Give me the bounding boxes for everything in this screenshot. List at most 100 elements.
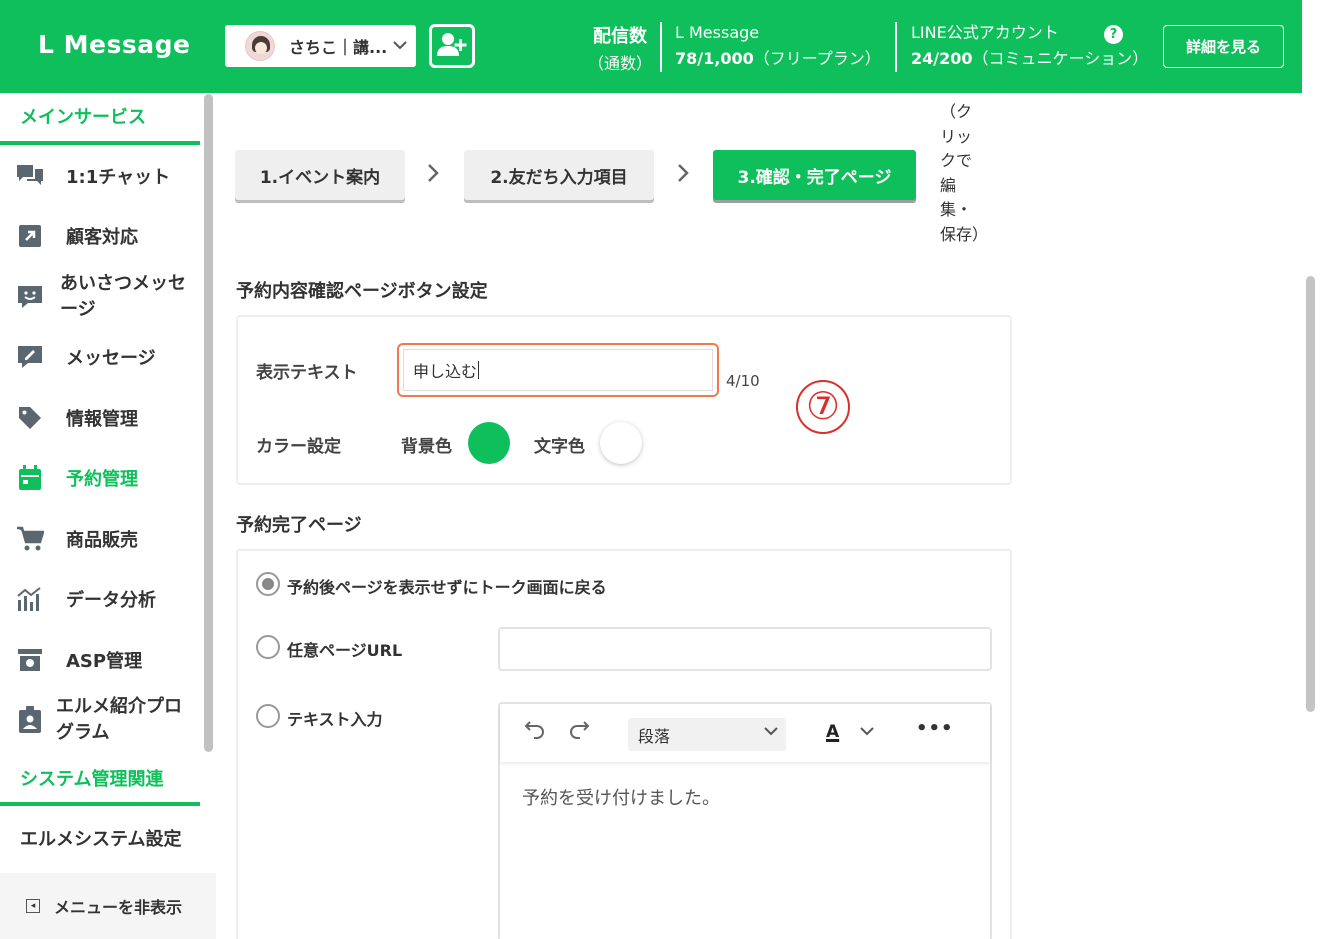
color-setting-label: カラー設定: [256, 437, 341, 457]
add-friend-button[interactable]: [429, 24, 475, 68]
sidebar-item-asp[interactable]: ASP管理: [0, 645, 200, 675]
app-logo[interactable]: L Message: [38, 30, 190, 59]
cart-icon: [16, 525, 44, 553]
radio-return-to-talk[interactable]: [256, 572, 280, 596]
text-cursor: [478, 361, 480, 379]
display-text-input[interactable]: 申し込む: [397, 343, 719, 397]
plan-name: L Message: [675, 23, 760, 42]
undo-icon[interactable]: [524, 718, 546, 746]
text-color-swatch[interactable]: [600, 422, 642, 464]
step-event-info[interactable]: 1.イベント案内: [235, 150, 405, 200]
chevron-down-icon: [764, 724, 778, 740]
editor-content[interactable]: 予約を受け付けました。: [522, 784, 720, 810]
confirm-section-title: 予約内容確認ページボタン設定: [236, 281, 488, 302]
radio-custom-url[interactable]: [256, 635, 280, 659]
bg-color-swatch[interactable]: [468, 422, 510, 464]
delivery-count-label: 配信数 （通数）: [588, 22, 652, 74]
rich-text-editor[interactable]: 段落 A ••• 予約を受け付けました。: [498, 702, 992, 939]
line-value: 24/200: [911, 49, 973, 68]
edit-message-icon: [16, 343, 44, 371]
sidebar-item-label: 情報管理: [66, 409, 138, 430]
sidebar-item-info[interactable]: 情報管理: [0, 403, 200, 433]
display-text-value: 申し込む: [413, 362, 478, 381]
account-name: さちこ｜講...: [289, 38, 388, 57]
sidebar-item-label: 商品販売: [66, 530, 138, 551]
sidebar-item-sales[interactable]: 商品販売: [0, 524, 200, 554]
chevron-right-icon: [676, 162, 690, 190]
delivery-unit: （通数）: [588, 54, 653, 73]
sidebar-item-label: 予約管理: [66, 469, 138, 490]
sidebar-item-label: ージ: [60, 299, 96, 320]
note-line: 集・: [940, 200, 973, 219]
hide-menu-button[interactable]: ◂ メニューを非表示: [0, 873, 216, 939]
sidebar-item-label: グラム: [56, 722, 110, 743]
smile-message-icon: [16, 283, 44, 311]
step-note: （ク リッ クで 編 集・ 保存）: [940, 100, 989, 247]
sidebar-item-label: メッセージ: [66, 348, 156, 369]
sidebar-item-referral[interactable]: エルメ紹介プロ グラム: [0, 693, 200, 747]
badge-icon: [16, 706, 44, 734]
sidebar-item-label: ASP管理: [66, 651, 143, 672]
font-color-icon[interactable]: A: [826, 722, 839, 742]
avatar: [245, 31, 275, 61]
section-main-services: メインサービス: [20, 107, 146, 128]
block-format-select[interactable]: 段落: [628, 718, 786, 751]
step-friend-fields[interactable]: 2.友だち入力項目: [464, 150, 654, 200]
annotation-marker: ⑦: [796, 380, 850, 434]
divider: [0, 141, 200, 145]
archive-icon: [16, 646, 44, 674]
editor-toolbar: 段落 A •••: [500, 704, 990, 762]
divider: [660, 22, 662, 72]
text-color-label: 文字色: [534, 437, 585, 457]
radio-label: 予約後ページを表示せずにトーク画面に戻る: [287, 578, 607, 597]
complete-section-title: 予約完了ページ: [236, 515, 362, 536]
analytics-icon: [16, 585, 44, 613]
chevron-right-icon: [426, 162, 440, 190]
note-line: （ク: [940, 102, 973, 121]
sidebar-item-greeting[interactable]: あいさつメッセ ージ: [0, 270, 200, 324]
radio-text-input[interactable]: [256, 704, 280, 728]
plan-usage: L Message 78/1,000（フリープラン）: [675, 20, 881, 72]
redo-icon[interactable]: [568, 718, 590, 746]
sidebar-item-label: 1:1チャット: [66, 167, 171, 188]
radio-label: 任意ページURL: [287, 641, 403, 660]
sidebar-item-reservation[interactable]: 予約管理: [0, 463, 200, 493]
sidebar-item-customer[interactable]: 顧客対応: [0, 221, 200, 251]
sidebar-item-message[interactable]: メッセージ: [0, 342, 200, 372]
calendar-icon: [16, 464, 44, 492]
sidebar-item-label: 顧客対応: [66, 227, 138, 248]
account-selector[interactable]: さちこ｜講...: [225, 25, 416, 67]
note-line: 編: [940, 175, 957, 195]
char-counter: 4/10: [726, 372, 760, 390]
collapse-icon: ◂: [26, 899, 40, 913]
sidebar-item-system-settings[interactable]: エルメシステム設定: [0, 823, 200, 853]
sidebar-item-label: エルメ紹介プロ: [56, 696, 182, 717]
note-line: 保存）: [940, 224, 989, 244]
page-scrollbar[interactable]: [1306, 276, 1315, 712]
add-user-icon: [437, 30, 467, 62]
block-format-value: 段落: [638, 726, 671, 746]
chevron-down-icon: [393, 39, 407, 54]
sidebar: メインサービス 1:1チャット 顧客対応 あいさつメッセ ージ メッセージ 情報…: [0, 93, 216, 939]
custom-url-input[interactable]: [498, 627, 992, 671]
step-confirm-complete[interactable]: 3.確認・完了ページ: [713, 150, 916, 200]
more-options-icon[interactable]: •••: [916, 718, 954, 739]
line-desc: （コミュニケーション）: [972, 49, 1149, 68]
top-header: L Message さちこ｜講... 配信数 （通数） L Message 78…: [0, 0, 1302, 93]
sidebar-item-analytics[interactable]: データ分析: [0, 584, 200, 614]
divider: [0, 802, 200, 806]
sidebar-scrollbar[interactable]: [204, 94, 213, 752]
sidebar-item-label: データ分析: [66, 590, 156, 611]
hide-menu-label: メニューを非表示: [54, 898, 183, 917]
divider: [895, 22, 897, 72]
external-link-icon: [16, 222, 44, 250]
help-icon[interactable]: ?: [1104, 25, 1123, 44]
note-line: リッ: [940, 126, 973, 146]
detail-button[interactable]: 詳細を見る: [1163, 25, 1284, 68]
sidebar-item-chat[interactable]: 1:1チャット: [0, 161, 200, 191]
sidebar-item-label: あいさつメッセ: [60, 273, 186, 294]
plan-value: 78/1,000: [675, 49, 754, 68]
section-system: システム管理関連: [20, 769, 164, 790]
tag-icon: [16, 404, 44, 432]
chevron-down-icon[interactable]: [860, 725, 874, 740]
